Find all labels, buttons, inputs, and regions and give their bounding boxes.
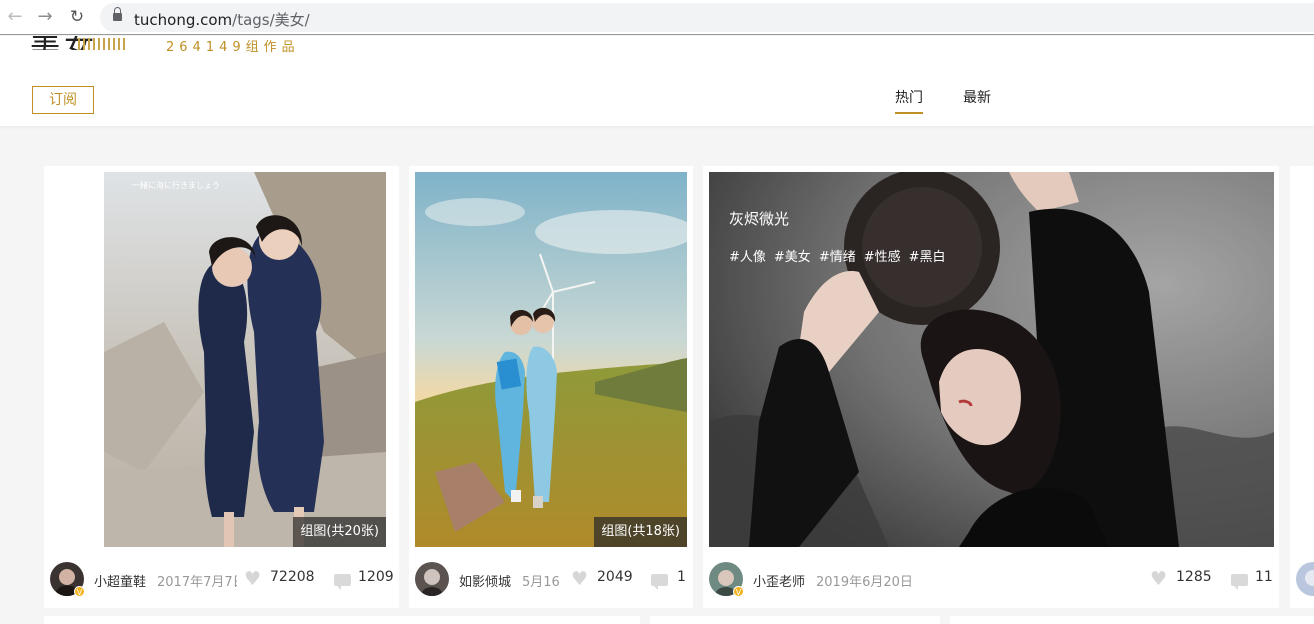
- tag-link[interactable]: #情绪: [819, 250, 856, 265]
- work-count: 264149组作品: [166, 40, 300, 55]
- photo-thumbnail[interactable]: 灰烬微光 #人像 #美女 #情绪 #性感 #黑白: [709, 172, 1274, 547]
- comment-icon[interactable]: [651, 574, 668, 590]
- forward-arrow-icon[interactable]: →: [34, 6, 56, 28]
- comment-icon[interactable]: [334, 574, 351, 590]
- photo-card[interactable]: 组图(共18张) 如影倾城 5月16日 ♥ 2049 1: [409, 166, 693, 608]
- card-footer: V 小歪老师 2019年6月20日 ♥ 1285 11: [703, 560, 1279, 600]
- url-path: /tags/美女/: [232, 11, 310, 29]
- next-row-card: [950, 616, 1314, 624]
- author-name[interactable]: 如影倾城: [459, 571, 511, 590]
- post-date: 2019年6月20日: [816, 575, 913, 590]
- lock-icon[interactable]: [113, 7, 122, 22]
- next-row-card: [44, 616, 640, 624]
- avatar[interactable]: [1296, 562, 1314, 596]
- tag-link[interactable]: #美女: [774, 250, 811, 265]
- address-bar[interactable]: tuchong.com/tags/美女/: [100, 3, 1314, 32]
- photo-caption-text: 一緒に海に行きましょう: [132, 180, 220, 190]
- url-text[interactable]: tuchong.com/tags/美女/: [134, 9, 310, 30]
- photo-card[interactable]: 灰烬微光 #人像 #美女 #情绪 #性感 #黑白 V 小歪老师 2019年6月20日 ♥…: [703, 166, 1279, 608]
- comment-count: 11: [1255, 569, 1273, 585]
- gallery-tags: #人像 #美女 #情绪 #性感 #黑白: [729, 246, 954, 265]
- heart-icon[interactable]: ♥: [244, 570, 264, 589]
- heart-icon[interactable]: ♥: [571, 570, 591, 589]
- author-name[interactable]: 小超童鞋: [94, 571, 146, 590]
- like-count: 2049: [597, 569, 633, 585]
- photo-thumbnail[interactable]: 组图(共18张): [415, 172, 687, 547]
- tag-link[interactable]: #人像: [729, 250, 766, 265]
- like-count: 72208: [270, 569, 315, 585]
- author-name[interactable]: 小歪老师: [753, 571, 805, 590]
- comment-count: 1209: [358, 569, 394, 585]
- url-host: tuchong.com: [134, 11, 233, 29]
- back-arrow-icon[interactable]: ←: [4, 6, 26, 28]
- card-footer: V 小超童鞋 2017年7月7日 ♥ 72208 1209: [44, 560, 399, 600]
- photo-card[interactable]: [1290, 166, 1314, 608]
- post-date: 2017年7月7日: [157, 575, 237, 590]
- browser-toolbar: ← → ↻ tuchong.com/tags/美女/: [0, 0, 1314, 35]
- heart-icon[interactable]: ♥: [1150, 570, 1170, 589]
- post-date: 5月16日: [522, 575, 562, 590]
- tag-title-decoration: [78, 38, 128, 50]
- verified-badge-icon: V: [74, 586, 85, 597]
- avatar[interactable]: [415, 562, 449, 596]
- tag-header: 美女 264149组作品 订阅 热门 最新: [0, 36, 1314, 126]
- tag-link[interactable]: #黑白: [909, 250, 946, 265]
- tab-latest[interactable]: 最新: [963, 87, 991, 107]
- verified-badge-icon: V: [733, 586, 744, 597]
- gallery-count-badge: 组图(共18张): [594, 517, 687, 547]
- gallery-count-badge: 组图(共20张): [293, 517, 386, 547]
- reload-icon[interactable]: ↻: [66, 6, 88, 28]
- photo-card[interactable]: 一緒に海に行きましょう 组图(共20张) V 小超童鞋 2017年7月7日 ♥ …: [44, 166, 399, 608]
- comment-count: 1: [677, 569, 686, 585]
- like-count: 1285: [1176, 569, 1212, 585]
- card-footer: 如影倾城 5月16日 ♥ 2049 1: [409, 560, 693, 600]
- tab-hot[interactable]: 热门: [895, 87, 923, 114]
- comment-icon[interactable]: [1231, 574, 1248, 590]
- subscribe-button[interactable]: 订阅: [32, 86, 94, 114]
- next-row-card: [650, 616, 940, 624]
- tag-title-logo: 美女: [30, 36, 128, 50]
- gallery-title: 灰烬微光: [729, 210, 790, 228]
- photo-thumbnail[interactable]: 一緒に海に行きましょう 组图(共20张): [104, 172, 386, 547]
- tag-link[interactable]: #性感: [864, 250, 901, 265]
